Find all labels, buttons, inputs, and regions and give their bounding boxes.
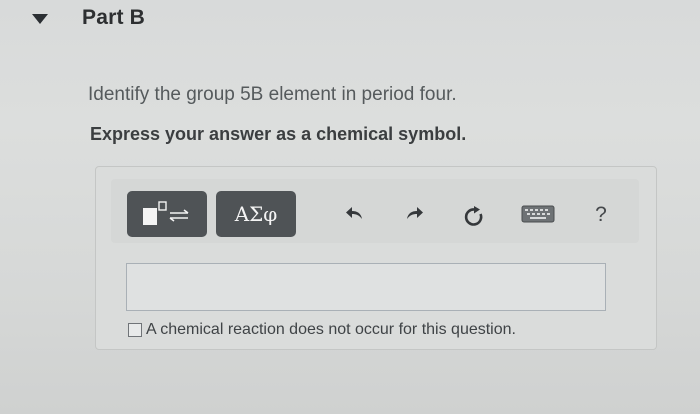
collapse-triangle-icon[interactable] — [32, 14, 48, 24]
answer-instruction: Express your answer as a chemical symbol… — [90, 124, 467, 144]
question-prompt: Identify the group 5B element in period … — [88, 84, 457, 105]
question-page: Part B Identify the group 5B element in … — [0, 0, 700, 414]
help-button[interactable]: ? — [591, 204, 611, 225]
keyboard-icon[interactable] — [521, 205, 555, 223]
undo-icon[interactable] — [343, 205, 367, 223]
redo-icon[interactable] — [402, 205, 426, 223]
templates-button[interactable] — [127, 191, 207, 237]
no-reaction-checkbox[interactable] — [128, 323, 142, 337]
reset-icon[interactable] — [461, 205, 487, 229]
part-header: Part B — [0, 0, 700, 48]
templates-icon — [143, 201, 189, 225]
no-reaction-option[interactable]: A chemical reaction does not occur for t… — [128, 321, 516, 339]
no-reaction-label: A chemical reaction does not occur for t… — [146, 321, 516, 338]
part-title: Part B — [82, 6, 146, 29]
greek-symbols-button[interactable]: ΑΣφ — [216, 191, 296, 237]
answer-input[interactable] — [126, 263, 606, 311]
math-toolbar: ΑΣφ ? — [111, 179, 639, 243]
answer-panel: ΑΣφ ? A chemical reaction does not occur… — [95, 166, 657, 350]
